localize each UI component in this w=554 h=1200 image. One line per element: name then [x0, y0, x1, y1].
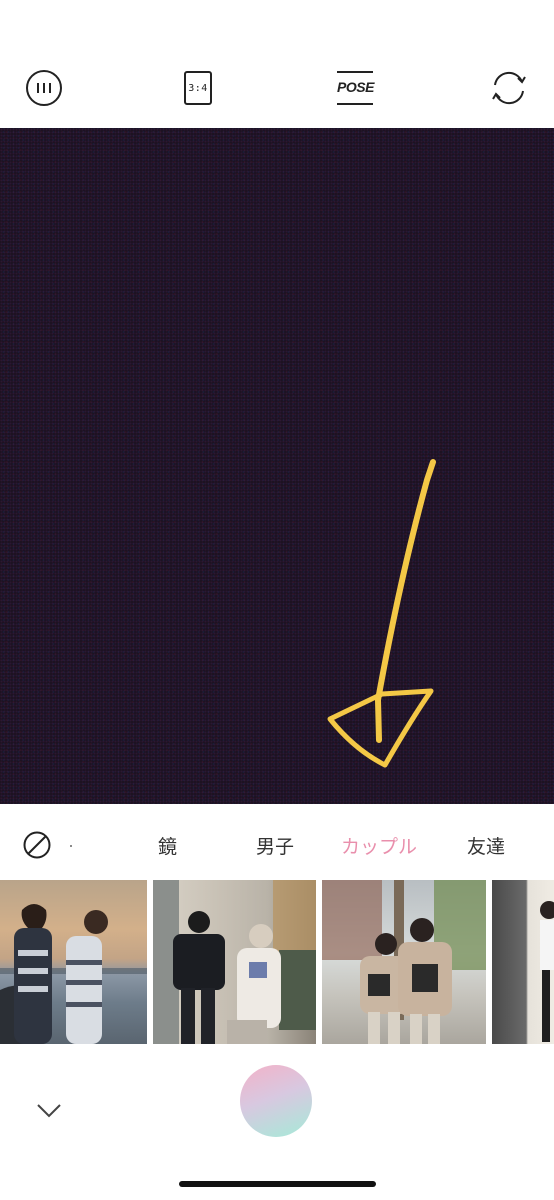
- menu-button[interactable]: [24, 68, 64, 108]
- switch-camera-button[interactable]: [489, 68, 529, 108]
- menu-icon: [26, 70, 62, 106]
- pose-label: POSE: [337, 79, 374, 95]
- pose-category-tabs: 鏡 男子 カップル 友達: [0, 820, 554, 868]
- ratio-label: 3:4: [188, 82, 208, 94]
- tab-couple[interactable]: カップル: [341, 832, 417, 859]
- pose-button[interactable]: POSE: [333, 68, 377, 108]
- pose-thumbnail[interactable]: [492, 880, 554, 1044]
- aspect-ratio-button[interactable]: 3:4: [178, 68, 218, 108]
- camera-viewfinder[interactable]: [0, 128, 554, 804]
- home-indicator: [179, 1181, 376, 1187]
- chevron-down-icon[interactable]: [34, 1100, 64, 1120]
- shutter-button[interactable]: [240, 1065, 312, 1137]
- pose-icon: POSE: [337, 71, 374, 105]
- hand-drawn-arrow-annotation: [327, 459, 436, 768]
- top-toolbar: 3:4 POSE: [0, 58, 554, 120]
- tab-friends[interactable]: 友達: [467, 832, 505, 859]
- camera-screen: 3:4 POSE 鏡 男子 カップル 友達: [0, 0, 554, 1200]
- pose-thumbnail[interactable]: [0, 880, 147, 1044]
- ratio-icon: 3:4: [184, 71, 212, 105]
- tab-mirror[interactable]: 鏡: [158, 832, 177, 859]
- switch-camera-icon: [492, 71, 526, 105]
- no-filter-icon[interactable]: [22, 830, 52, 860]
- pose-thumbnail[interactable]: [153, 880, 316, 1044]
- tab-men[interactable]: 男子: [256, 832, 294, 859]
- pose-thumbnail[interactable]: [322, 880, 486, 1044]
- pose-thumbnail-strip: [0, 880, 554, 1044]
- tab-divider-dot: [70, 845, 72, 847]
